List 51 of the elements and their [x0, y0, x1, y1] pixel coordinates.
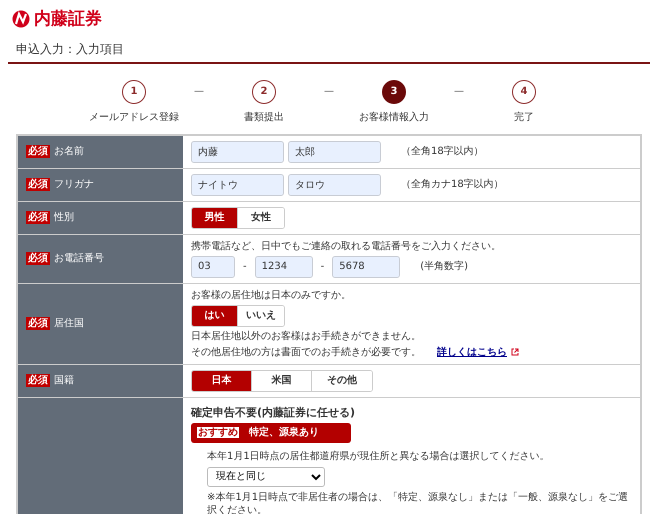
recommended-badge: おすすめ	[197, 427, 239, 438]
field-label: お電話番号	[54, 252, 104, 266]
step-number: 2	[252, 80, 276, 104]
hint-text: (半角数字)	[420, 260, 468, 274]
step-separator: —	[453, 84, 465, 99]
instruction-text: 本年1月1日時点の居住都道府県が現住所と異なる場合は選択してください。	[207, 450, 551, 463]
step-separator: —	[193, 84, 205, 99]
external-link-icon	[511, 348, 519, 356]
toggle-option[interactable]: 日本	[192, 370, 252, 391]
step-label: お客様情報入力	[359, 110, 429, 124]
required-badge: 必須	[26, 211, 50, 224]
field-label: フリガナ	[54, 178, 94, 192]
note-text: 日本居住地以外のお客様はお手続きができません。	[191, 330, 421, 343]
input-field[interactable]: 太郎	[288, 140, 381, 163]
input-field[interactable]: 1234	[254, 256, 313, 278]
input-field[interactable]: 03	[191, 256, 235, 278]
toggle-option[interactable]: はい	[192, 306, 238, 326]
tax-option-button[interactable]: おすすめ 特定、源泉あり	[191, 422, 351, 443]
instruction-text: 携帯電話など、日中でもご連絡の取れる電話番号をご入力ください。	[191, 240, 502, 253]
separator-text: -	[242, 260, 248, 274]
field-label: お名前	[54, 145, 84, 158]
required-badge: 必須	[26, 252, 50, 266]
required-badge: 必須	[26, 145, 50, 158]
section-heading: 確定申告不要(内藤証券に任せる)	[191, 406, 356, 420]
instruction-text: お客様の居住地は日本のみですか。	[191, 288, 352, 302]
input-field[interactable]: タロウ	[288, 174, 381, 196]
input-field[interactable]: ナイトウ	[191, 174, 284, 196]
logo-text: 内藤証券	[34, 8, 102, 30]
step-label: 書類提出	[244, 110, 284, 124]
step-number: 1	[122, 80, 146, 104]
logo-icon	[12, 10, 30, 28]
page-title: 申込入力：入力項目	[8, 30, 650, 64]
field-label: 国籍	[54, 374, 74, 388]
toggle-option[interactable]: 男性	[192, 208, 238, 228]
step-number: 4	[512, 80, 536, 104]
hint-text: （全角18字以内）	[401, 145, 484, 158]
prefecture-select[interactable]: 現在と同じ	[207, 466, 325, 487]
step-number: 3	[382, 80, 406, 104]
separator-text: -	[320, 260, 326, 274]
field-label: 居住国	[54, 317, 84, 330]
required-badge: 必須	[26, 317, 50, 330]
required-badge: 必須	[26, 374, 50, 388]
step-separator: —	[323, 84, 335, 99]
step-label: メールアドレス登録	[89, 110, 179, 124]
step-label: 完了	[514, 110, 534, 124]
hint-text: （全角カナ18字以内）	[401, 178, 504, 192]
input-field[interactable]: 内藤	[191, 140, 284, 163]
input-field[interactable]: 5678	[332, 256, 400, 278]
required-badge: 必須	[26, 178, 50, 192]
field-label: 性別	[54, 211, 74, 224]
note-text: その他居住地の方は書面でのお手続きが必要です。	[191, 346, 421, 359]
